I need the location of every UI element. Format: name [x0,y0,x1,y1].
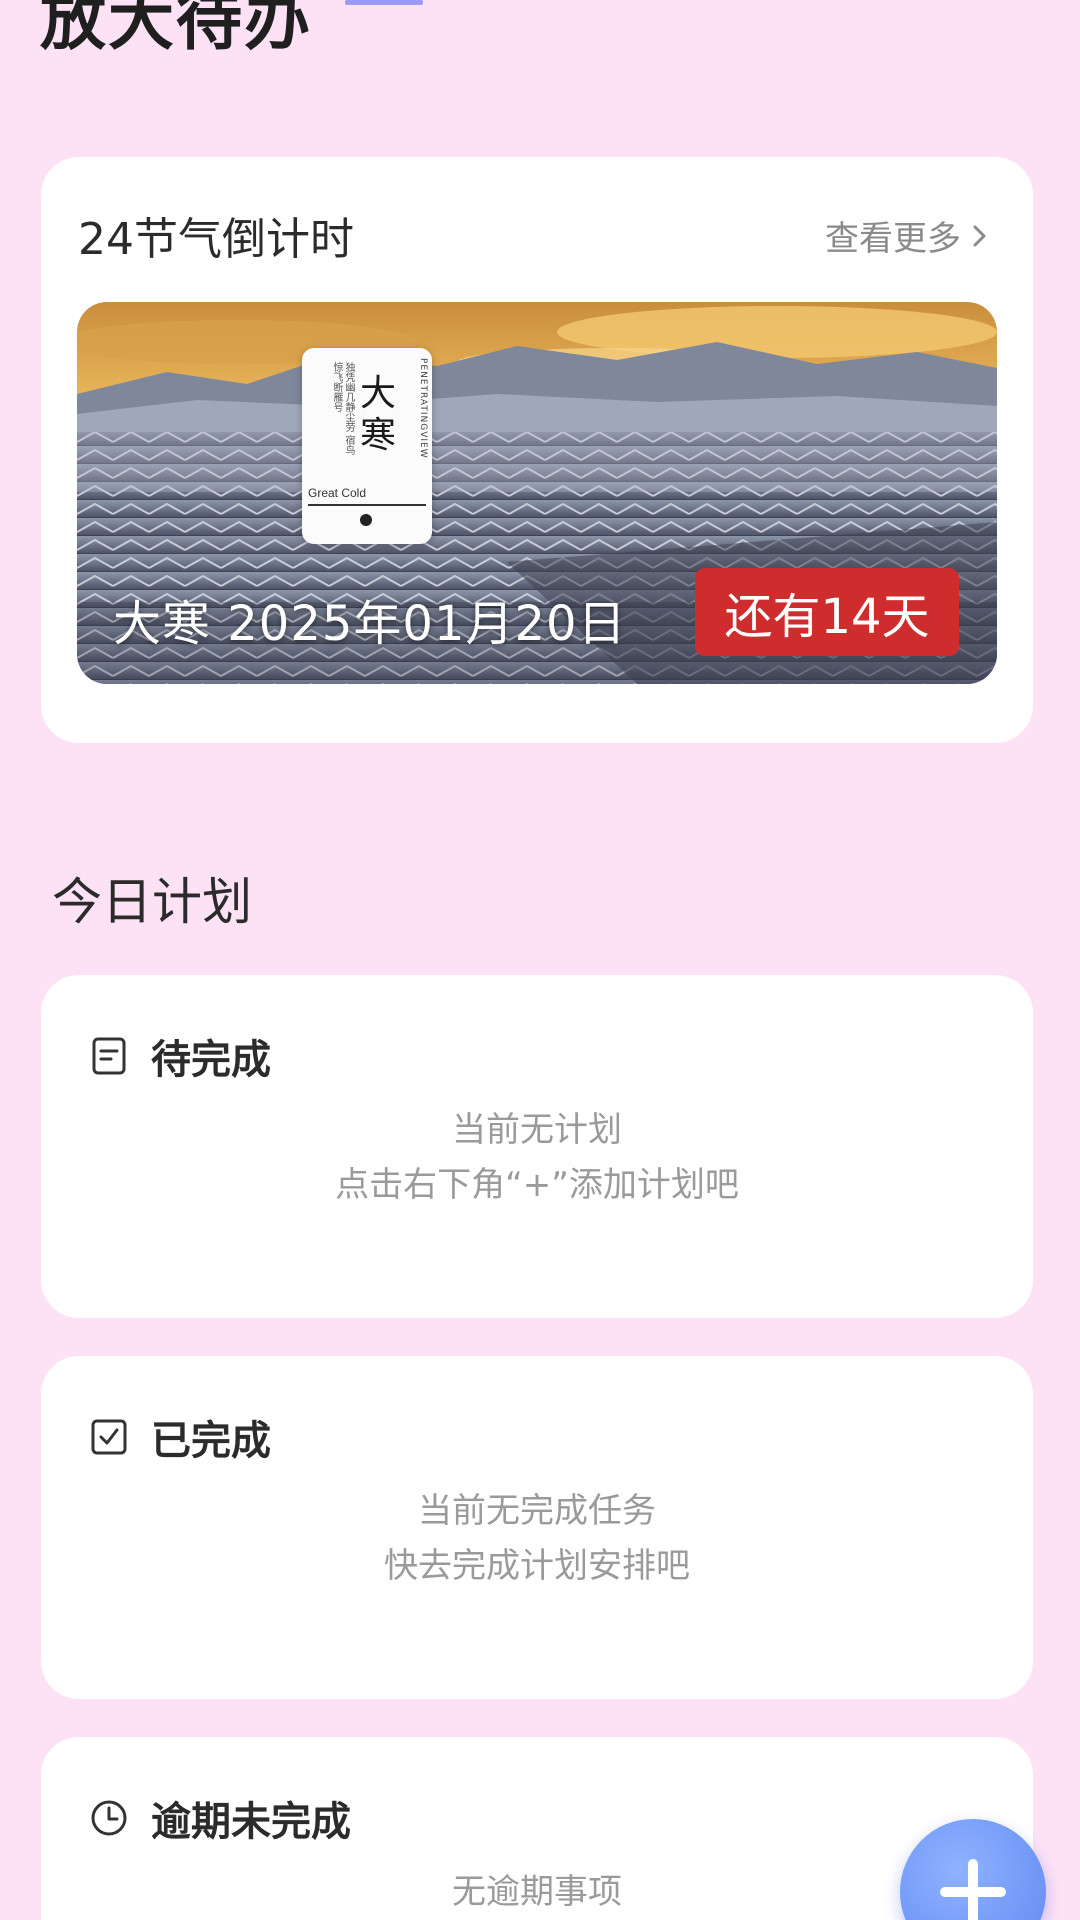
done-card: 已完成 当前无完成任务 快去完成计划安排吧 [41,1356,1033,1699]
overdue-header: 逾期未完成 [89,1789,351,1847]
jieqi-poster: 独凭幽几静尘劳 宿鸟惊飞断雁号 大 寒 PENETRATINGVIEW Grea… [302,348,432,544]
done-empty-line1: 当前无完成任务 [418,1491,656,1531]
done-label: 已完成 [151,1418,271,1464]
pending-empty-line1: 当前无计划 [452,1110,622,1150]
view-more-link[interactable]: 查看更多 [825,211,991,260]
jieqi-date-text: 大寒 2025年01月20日 [113,596,627,652]
jieqi-countdown-card: 24节气倒计时 查看更多 独凭幽几静尘劳 宿鸟惊飞断雁号 大 寒 PENETRA… [41,157,1033,743]
top-accent-bar [345,0,423,5]
jieqi-card-title: 24节气倒计时 [78,214,354,265]
view-more-label: 查看更多 [825,219,961,259]
overdue-empty-message: 无逾期事项 [41,1865,1033,1920]
app-screen: 放大待办 24节气倒计时 查看更多 独凭幽几静尘劳 宿鸟惊飞断雁号 大 寒 PE… [0,0,1080,1920]
overdue-label: 逾期未完成 [151,1799,351,1845]
plus-icon [940,1859,1006,1920]
poster-dot [360,514,372,526]
chevron-right-icon [973,225,986,246]
today-plan-title: 今日计划 [52,873,252,931]
poster-side-text: PENETRATINGVIEW [418,358,428,459]
poster-poem: 独凭幽几静尘劳 宿鸟惊飞断雁号 [331,362,354,456]
pending-empty-message: 当前无计划 点击右下角“+”添加计划吧 [41,1103,1033,1213]
overdue-empty-line1: 无逾期事项 [452,1872,622,1912]
pending-empty-line2: 点击右下角“+”添加计划吧 [335,1165,739,1205]
pending-card: 待完成 当前无计划 点击右下角“+”添加计划吧 [41,975,1033,1318]
overdue-card: 逾期未完成 无逾期事项 [41,1737,1033,1920]
poster-char-han: 寒 [360,415,397,456]
note-icon [92,1037,126,1075]
pending-header: 待完成 [89,1027,271,1085]
done-empty-line2: 快去完成计划安排吧 [384,1546,690,1586]
jieqi-banner[interactable]: 独凭幽几静尘劳 宿鸟惊飞断雁号 大 寒 PENETRATINGVIEW Grea… [77,302,997,684]
poster-english-name: Great Cold [308,486,367,500]
check-square-icon [91,1419,127,1455]
countdown-badge: 还有14天 [695,568,959,656]
done-header: 已完成 [89,1408,271,1466]
pending-label: 待完成 [151,1037,271,1083]
done-empty-message: 当前无完成任务 快去完成计划安排吧 [41,1484,1033,1594]
poster-divider [308,504,426,506]
clock-icon [91,1800,127,1836]
app-title: 放大待办 [40,0,312,59]
